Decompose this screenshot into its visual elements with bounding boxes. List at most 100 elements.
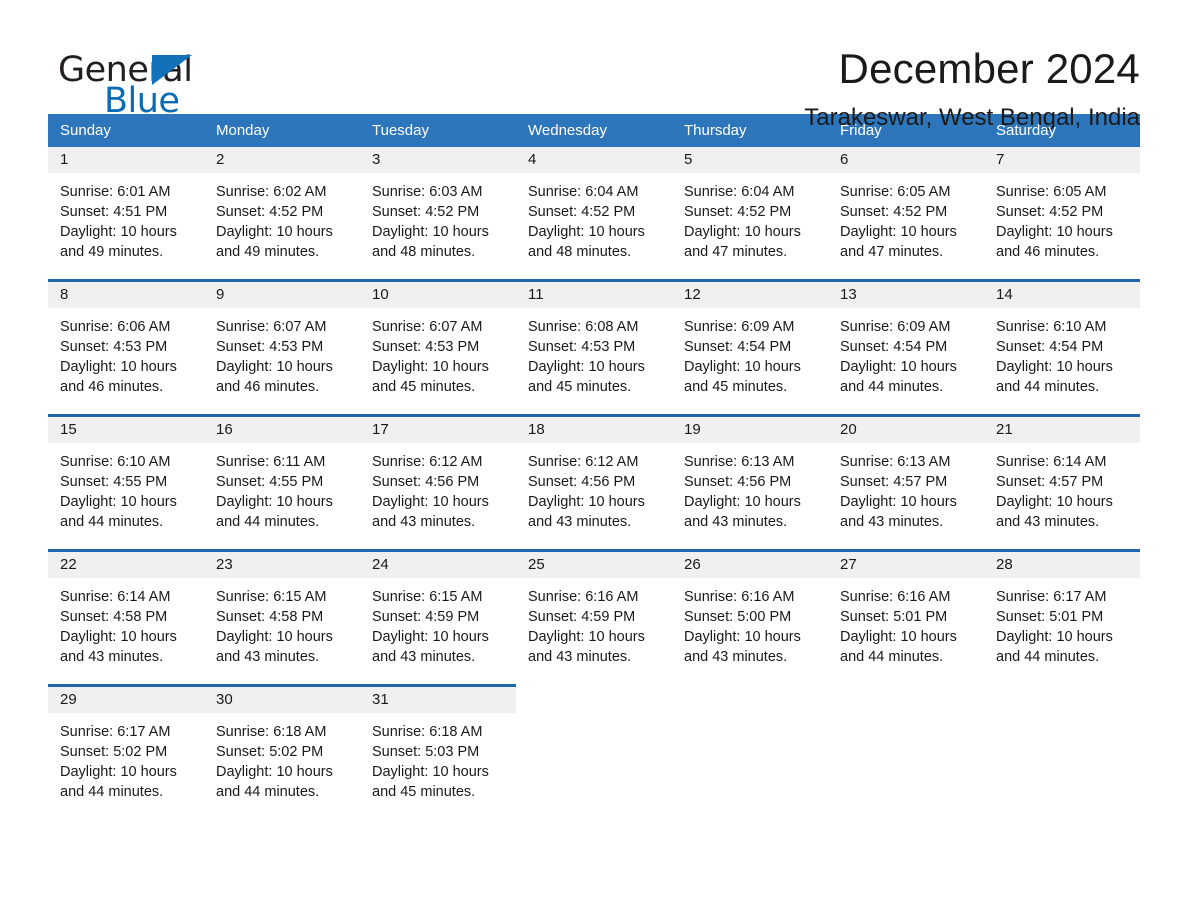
daylight-text-line1: Daylight: 10 hours — [996, 494, 1113, 510]
day-details: Sunrise: 6:04 AM Sunset: 4:52 PM Daylight:… — [516, 173, 672, 262]
calendar-day-cell[interactable]: 12 Sunrise: 6:09 AM Sunset: 4:54 PM Dayligh… — [672, 282, 828, 414]
daylight-text-line2: and 43 minutes. — [996, 514, 1100, 530]
sunrise-text: Sunrise: 6:15 AM — [216, 589, 327, 605]
calendar-day-cell[interactable]: 15 Sunrise: 6:10 AM Sunset: 4:55 PM Dayligh… — [48, 417, 204, 549]
calendar-day-cell[interactable]: 1 Sunrise: 6:01 AM Sunset: 4:51 PM Daylight… — [48, 147, 204, 279]
calendar-day-cell[interactable]: 23 Sunrise: 6:15 AM Sunset: 4:58 PM Dayligh… — [204, 552, 360, 684]
daylight-text-line1: Daylight: 10 hours — [840, 359, 957, 375]
calendar-day-cell[interactable]: 22 Sunrise: 6:14 AM Sunset: 4:58 PM Dayligh… — [48, 552, 204, 684]
sunset-text: Sunset: 5:01 PM — [840, 609, 948, 625]
daylight-text-line2: and 44 minutes. — [216, 784, 320, 800]
sunset-text: Sunset: 4:56 PM — [372, 474, 480, 490]
sunset-text: Sunset: 4:51 PM — [60, 204, 168, 220]
calendar-day-cell[interactable]: 31 Sunrise: 6:18 AM Sunset: 5:03 PM Dayligh… — [360, 684, 516, 816]
sunrise-text: Sunrise: 6:09 AM — [840, 319, 951, 335]
day-number-band: 17 — [360, 417, 516, 443]
daylight-text-line1: Daylight: 10 hours — [372, 359, 489, 375]
calendar-day-cell[interactable]: 30 Sunrise: 6:18 AM Sunset: 5:02 PM Dayligh… — [204, 684, 360, 816]
calendar-day-cell[interactable]: 3 Sunrise: 6:03 AM Sunset: 4:52 PM Daylight… — [360, 147, 516, 279]
calendar-day-cell[interactable]: 14 Sunrise: 6:10 AM Sunset: 4:54 PM Dayligh… — [984, 282, 1140, 414]
sunrise-text: Sunrise: 6:05 AM — [996, 184, 1107, 200]
sunset-text: Sunset: 4:52 PM — [996, 204, 1104, 220]
day-number: 11 — [528, 286, 544, 303]
day-details: Sunrise: 6:15 AM Sunset: 4:58 PM Daylight:… — [204, 578, 360, 667]
calendar-day-cell[interactable]: 21 Sunrise: 6:14 AM Sunset: 4:57 PM Dayligh… — [984, 417, 1140, 549]
calendar-day-cell[interactable]: 9 Sunrise: 6:07 AM Sunset: 4:53 PM Daylight… — [204, 282, 360, 414]
daylight-text-line1: Daylight: 10 hours — [216, 764, 333, 780]
day-details: Sunrise: 6:09 AM Sunset: 4:54 PM Daylight:… — [672, 308, 828, 397]
day-number-band: 30 — [204, 687, 360, 713]
sunrise-text: Sunrise: 6:14 AM — [996, 454, 1107, 470]
day-number: 2 — [216, 151, 225, 168]
calendar-day-cell[interactable]: 4 Sunrise: 6:04 AM Sunset: 4:52 PM Daylight… — [516, 147, 672, 279]
day-details: Sunrise: 6:03 AM Sunset: 4:52 PM Daylight:… — [360, 173, 516, 262]
daylight-text-line1: Daylight: 10 hours — [216, 224, 333, 240]
daylight-text-line1: Daylight: 10 hours — [372, 764, 489, 780]
sunrise-text: Sunrise: 6:16 AM — [840, 589, 951, 605]
generalblue-logo[interactable]: General Blue — [48, 44, 278, 121]
sunrise-text: Sunrise: 6:12 AM — [528, 454, 639, 470]
calendar-day-cell[interactable]: 29 Sunrise: 6:17 AM Sunset: 5:02 PM Dayligh… — [48, 684, 204, 816]
daylight-text-line2: and 43 minutes. — [684, 649, 788, 665]
sunset-text: Sunset: 4:52 PM — [528, 204, 636, 220]
calendar-day-cell[interactable]: 11 Sunrise: 6:08 AM Sunset: 4:53 PM Dayligh… — [516, 282, 672, 414]
calendar-day-cell[interactable]: 25 Sunrise: 6:16 AM Sunset: 4:59 PM Dayligh… — [516, 552, 672, 684]
calendar-day-cell[interactable]: 8 Sunrise: 6:06 AM Sunset: 4:53 PM Daylight… — [48, 282, 204, 414]
daylight-text-line2: and 43 minutes. — [372, 649, 476, 665]
daylight-text-line1: Daylight: 10 hours — [372, 224, 489, 240]
sunset-text: Sunset: 4:53 PM — [528, 339, 636, 355]
daylight-text-line1: Daylight: 10 hours — [60, 764, 177, 780]
page-header: General Blue December 2024 Tarakeswar, W… — [48, 0, 1140, 132]
calendar-day-cell[interactable]: 5 Sunrise: 6:04 AM Sunset: 4:52 PM Daylight… — [672, 147, 828, 279]
day-number: 15 — [60, 421, 77, 438]
daylight-text-line2: and 49 minutes. — [216, 244, 320, 260]
calendar-day-cell[interactable]: 6 Sunrise: 6:05 AM Sunset: 4:52 PM Daylight… — [828, 147, 984, 279]
day-number-band: 10 — [360, 282, 516, 308]
calendar-day-cell[interactable]: 28 Sunrise: 6:17 AM Sunset: 5:01 PM Dayligh… — [984, 552, 1140, 684]
calendar-day-cell[interactable]: 24 Sunrise: 6:15 AM Sunset: 4:59 PM Dayligh… — [360, 552, 516, 684]
calendar-day-cell[interactable]: 27 Sunrise: 6:16 AM Sunset: 5:01 PM Dayligh… — [828, 552, 984, 684]
weekday-friday: Friday — [840, 122, 882, 139]
sunrise-text: Sunrise: 6:01 AM — [60, 184, 171, 200]
day-number: 5 — [684, 151, 693, 168]
day-number: 13 — [840, 286, 857, 303]
daylight-text-line1: Daylight: 10 hours — [528, 494, 645, 510]
calendar-day-cell[interactable]: 10 Sunrise: 6:07 AM Sunset: 4:53 PM Dayligh… — [360, 282, 516, 414]
day-number: 18 — [528, 421, 545, 438]
day-details — [516, 713, 672, 722]
calendar-day-cell[interactable]: 20 Sunrise: 6:13 AM Sunset: 4:57 PM Dayligh… — [828, 417, 984, 549]
sunrise-text: Sunrise: 6:18 AM — [372, 724, 483, 740]
daylight-text-line1: Daylight: 10 hours — [528, 629, 645, 645]
calendar-day-cell[interactable]: 2 Sunrise: 6:02 AM Sunset: 4:52 PM Daylight… — [204, 147, 360, 279]
sunset-text: Sunset: 4:57 PM — [840, 474, 948, 490]
daylight-text-line1: Daylight: 10 hours — [840, 224, 957, 240]
calendar-day-cell[interactable]: 26 Sunrise: 6:16 AM Sunset: 5:00 PM Dayligh… — [672, 552, 828, 684]
calendar-day-cell-empty — [516, 684, 672, 816]
sunset-text: Sunset: 4:58 PM — [60, 609, 168, 625]
daylight-text-line1: Daylight: 10 hours — [60, 629, 177, 645]
calendar-day-cell[interactable]: 16 Sunrise: 6:11 AM Sunset: 4:55 PM Dayligh… — [204, 417, 360, 549]
day-details: Sunrise: 6:13 AM Sunset: 4:56 PM Daylight:… — [672, 443, 828, 532]
sunrise-text: Sunrise: 6:13 AM — [684, 454, 795, 470]
day-number: 16 — [216, 421, 233, 438]
sunrise-text: Sunrise: 6:13 AM — [840, 454, 951, 470]
sunrise-text: Sunrise: 6:10 AM — [60, 454, 171, 470]
calendar-page: General Blue December 2024 Tarakeswar, W… — [0, 0, 1188, 918]
day-details: Sunrise: 6:17 AM Sunset: 5:02 PM Daylight:… — [48, 713, 204, 802]
day-details: Sunrise: 6:07 AM Sunset: 4:53 PM Daylight:… — [360, 308, 516, 397]
calendar-day-cell[interactable]: 7 Sunrise: 6:05 AM Sunset: 4:52 PM Daylight… — [984, 147, 1140, 279]
day-number-band: 7 — [984, 147, 1140, 173]
calendar-day-cell[interactable]: 19 Sunrise: 6:13 AM Sunset: 4:56 PM Dayligh… — [672, 417, 828, 549]
calendar-day-cell[interactable]: 17 Sunrise: 6:12 AM Sunset: 4:56 PM Dayligh… — [360, 417, 516, 549]
calendar-day-cell[interactable]: 13 Sunrise: 6:09 AM Sunset: 4:54 PM Dayligh… — [828, 282, 984, 414]
daylight-text-line2: and 43 minutes. — [684, 514, 788, 530]
sunrise-text: Sunrise: 6:16 AM — [684, 589, 795, 605]
day-number: 31 — [372, 691, 389, 708]
day-number: 29 — [60, 691, 77, 708]
day-number: 1 — [60, 151, 69, 168]
day-number: 24 — [372, 556, 389, 573]
sunrise-text: Sunrise: 6:02 AM — [216, 184, 327, 200]
day-number-band: 15 — [48, 417, 204, 443]
daylight-text-line1: Daylight: 10 hours — [840, 629, 957, 645]
calendar-day-cell[interactable]: 18 Sunrise: 6:12 AM Sunset: 4:56 PM Dayligh… — [516, 417, 672, 549]
